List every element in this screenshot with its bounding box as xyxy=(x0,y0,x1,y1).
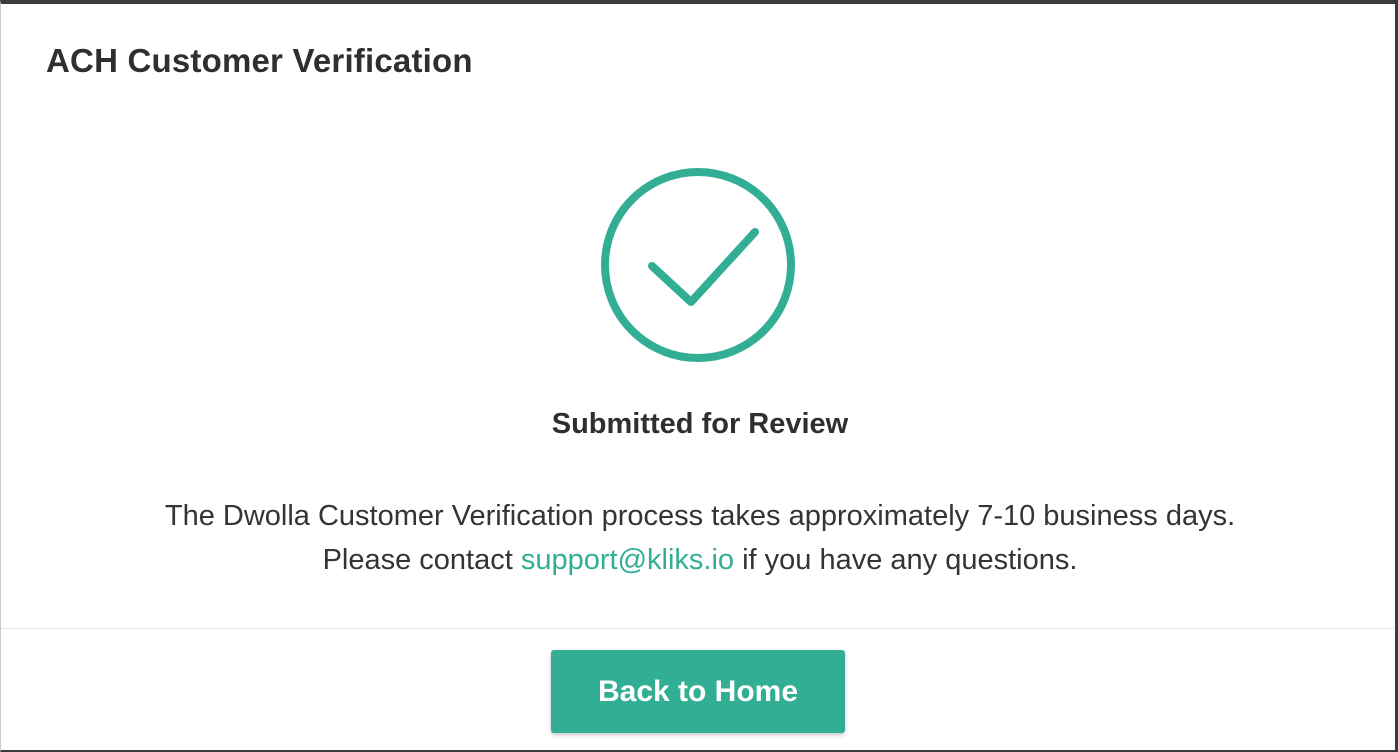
check-circle-icon xyxy=(599,166,797,364)
verification-modal: ACH Customer Verification Submitted for … xyxy=(0,0,1398,752)
message-line-2-prefix: Please contact xyxy=(322,544,521,576)
status-message: The Dwolla Customer Verification process… xyxy=(1,494,1398,582)
support-email-link[interactable]: support@kliks.io xyxy=(521,544,734,576)
modal-title: ACH Customer Verification xyxy=(46,42,473,79)
message-line-2: Please contact support@kliks.io if you h… xyxy=(1,538,1398,582)
message-line-2-suffix: if you have any questions. xyxy=(734,544,1078,576)
back-to-home-button[interactable]: Back to Home xyxy=(551,650,845,733)
status-heading: Submitted for Review xyxy=(551,408,849,440)
footer-divider xyxy=(1,628,1395,629)
message-line-1: The Dwolla Customer Verification process… xyxy=(164,500,1236,532)
